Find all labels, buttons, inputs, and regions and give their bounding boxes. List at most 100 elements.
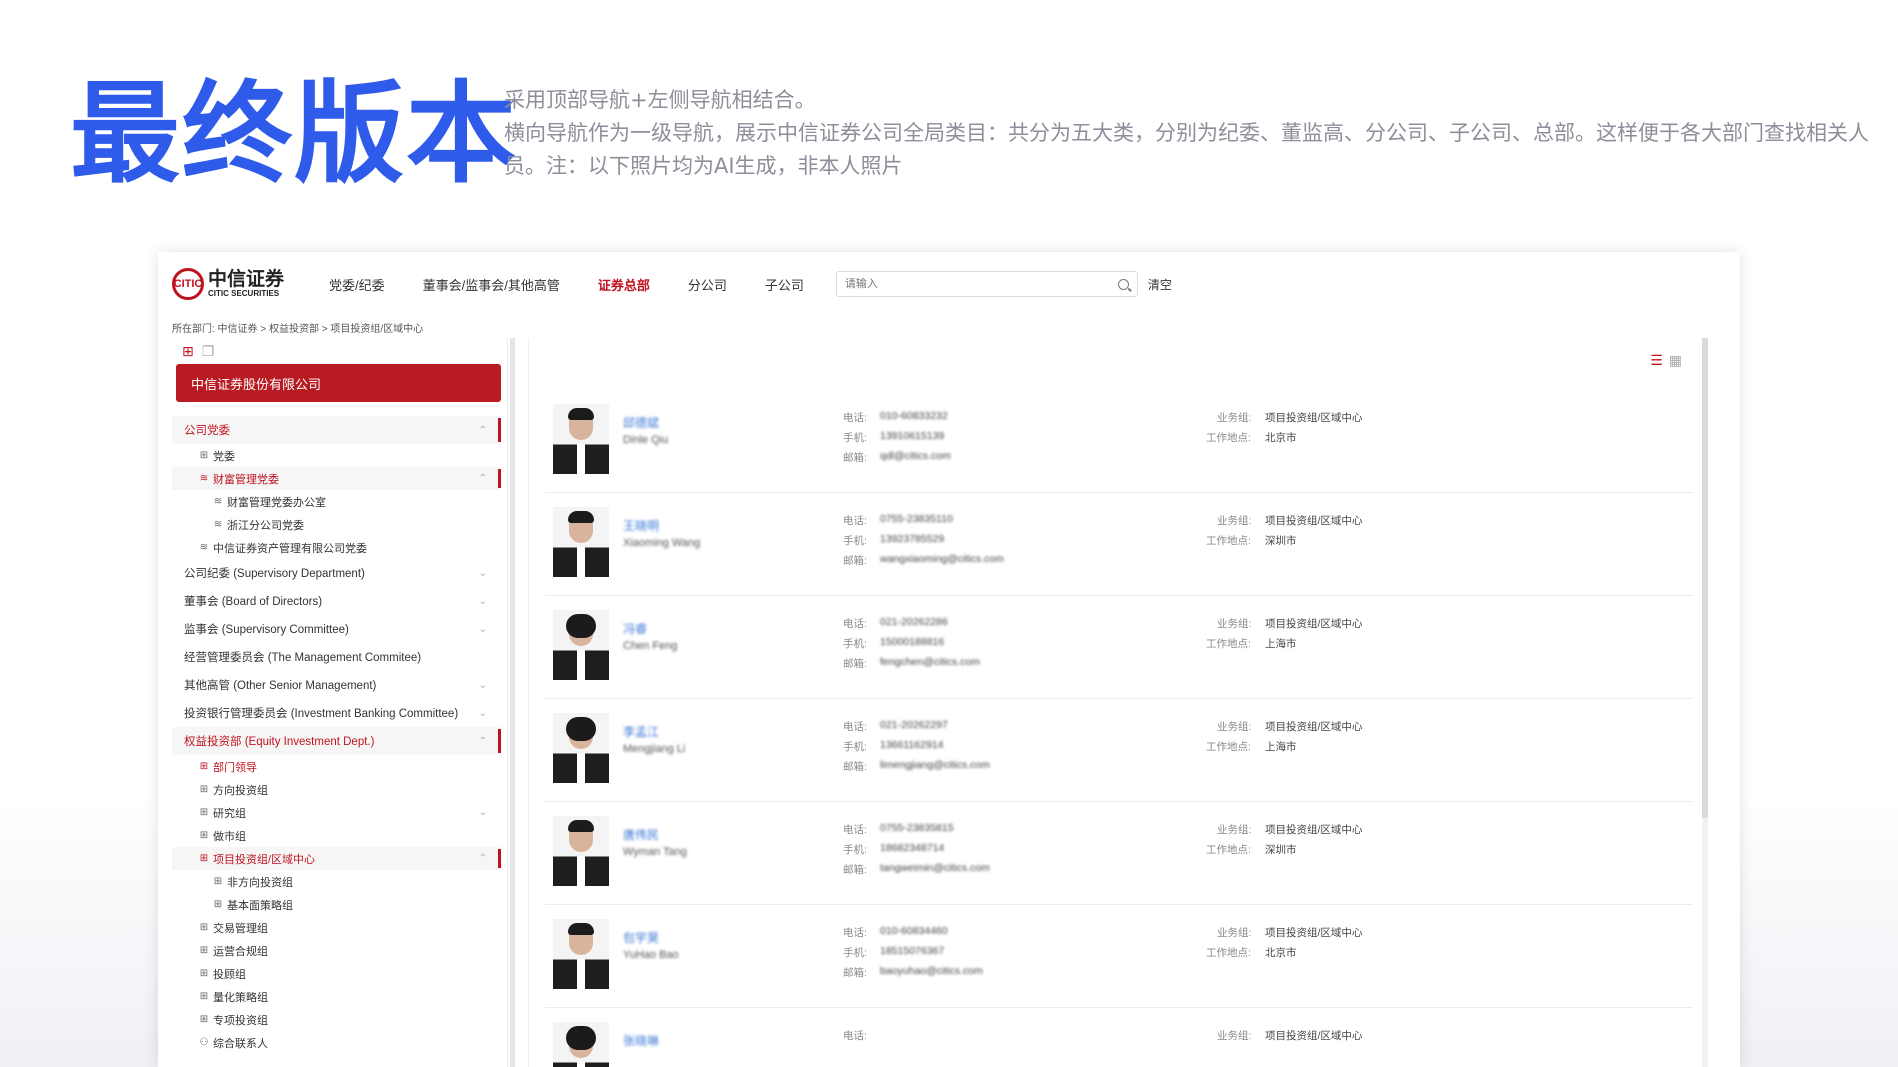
company-root-node[interactable]: 中信证券股份有限公司	[176, 364, 501, 402]
citic-logo[interactable]: CITIC 中信证券 CITIC SECURITIES	[172, 268, 284, 300]
group-icon: ⊞	[199, 761, 209, 772]
nav-tab-board[interactable]: 董事会/监事会/其他高管	[423, 275, 560, 294]
chevron-up-icon[interactable]: ⌃	[479, 473, 487, 484]
tree-item-label: 财富管理党委	[213, 473, 279, 486]
tree-item[interactable]: 董事会 (Board of Directors) ⌄	[172, 587, 501, 615]
sidebar-scrollbar[interactable]	[510, 338, 515, 1067]
person-photo[interactable]	[553, 1022, 609, 1067]
person-card[interactable]: 王晓明 Xiaoming Wang 电话: 0755-23835110 手机: 13923…	[545, 493, 1693, 596]
page-headline: 最终版本	[70, 70, 518, 198]
search-box[interactable]	[835, 271, 1138, 297]
location-label: 工作地点:	[1206, 432, 1251, 444]
person-icon: ⚇	[199, 1037, 209, 1048]
email-label: 邮箱:	[843, 555, 867, 567]
chevron-down-icon[interactable]: ⌄	[479, 596, 487, 607]
list-scrollbar-thumb[interactable]	[1702, 338, 1708, 818]
email-value: qdl@citics.com	[880, 450, 951, 462]
group-value: 项目投资组/区域中心	[1265, 412, 1363, 424]
tree-item[interactable]: ⊞ 做市组	[172, 824, 501, 847]
org-chart-icon[interactable]: ⊞	[182, 343, 194, 360]
layers-icon: ≋	[199, 473, 209, 484]
chevron-up-icon[interactable]: ⌃	[479, 425, 487, 436]
email-label: 邮箱:	[843, 967, 867, 979]
tree-item[interactable]: ⊞ 基本面策略组	[172, 893, 501, 916]
search-input[interactable]	[844, 278, 1095, 290]
person-photo[interactable]	[553, 919, 609, 989]
person-name[interactable]: 包宇昊	[623, 929, 659, 946]
chevron-down-icon[interactable]: ⌄	[479, 624, 487, 635]
tree-item[interactable]: ≋ 财富管理党委 ⌃	[172, 467, 501, 490]
chevron-down-icon[interactable]: ⌄	[479, 680, 487, 691]
clear-button[interactable]: 清空	[1148, 276, 1172, 293]
tree-item[interactable]: 其他高管 (Other Senior Management) ⌄	[172, 671, 501, 699]
search-icon[interactable]	[1117, 278, 1129, 290]
nav-tab-branches[interactable]: 分公司	[688, 275, 727, 294]
email-label: 邮箱:	[843, 761, 867, 773]
tree-item[interactable]: ≋ 中信证券资产管理有限公司党委	[172, 536, 501, 559]
tree-item[interactable]: ⊞ 量化策略组	[172, 985, 501, 1008]
mobile-value: 18515076367	[880, 945, 945, 957]
email-label: 邮箱:	[843, 864, 867, 876]
tree-item[interactable]: ⊞ 投顾组	[172, 962, 501, 985]
people-list-panel: ☰ ▦ 邱德斌 Dinle Qiu 电话: 010-60833232 手机: 139106…	[528, 338, 1720, 1067]
org-tree-sidebar: ⊞ ❐ 中信证券股份有限公司 公司党委 ⌃ ⊞ 党委 ≋ 财富管理党委 ⌃ ≋ 财富管理党委办公…	[172, 338, 515, 1067]
chevron-up-icon[interactable]: ⌃	[479, 853, 487, 864]
tree-item[interactable]: ⊞ 部门领导	[172, 755, 501, 778]
person-card[interactable]: 包宇昊 YuHao Bao 电话: 010-60834460 手机: 1851507636…	[545, 905, 1693, 1008]
tree-item[interactable]: 经营管理委员会 (The Management Commitee)	[172, 643, 501, 671]
tree-item[interactable]: ⊞ 方向投资组	[172, 778, 501, 801]
tree-item[interactable]: 投资银行管理委员会 (Investment Banking Committee)…	[172, 699, 501, 727]
tree-item[interactable]: ⊞ 非方向投资组	[172, 870, 501, 893]
group-icon: ⊞	[199, 853, 209, 864]
person-name[interactable]: 李孟江	[623, 723, 659, 740]
tree-item[interactable]: ⊞ 专项投资组	[172, 1008, 501, 1031]
tree-item[interactable]: 监事会 (Supervisory Committee) ⌄	[172, 615, 501, 643]
person-card[interactable]: 李孟江 Mengjiang Li 电话: 021-20262297 手机: 1366116…	[545, 699, 1693, 802]
mobile-label: 手机:	[843, 844, 867, 856]
description-line: 横向导航作为一级导航，展示中信证券公司全局类目：共分为五大类，分别为纪委、董监高…	[504, 121, 1869, 178]
tree-item[interactable]: ⊞ 运营合规组	[172, 939, 501, 962]
tree-item[interactable]: ≋ 浙江分公司党委	[172, 513, 501, 536]
person-name[interactable]: 张晓琳	[623, 1032, 659, 1049]
person-photo[interactable]	[553, 610, 609, 680]
tree-item[interactable]: ⊞ 党委	[172, 444, 501, 467]
list-view-icon[interactable]: ☰	[1650, 352, 1663, 369]
tree-item[interactable]: 公司党委 ⌃	[172, 416, 501, 444]
chevron-down-icon[interactable]: ⌄	[479, 708, 487, 719]
tree-item[interactable]: ⚇ 综合联系人	[172, 1031, 501, 1054]
grid-view-icon[interactable]: ▦	[1669, 352, 1682, 369]
logo-chinese-name: 中信证券	[208, 268, 285, 290]
location-label: 工作地点:	[1206, 844, 1251, 856]
person-photo[interactable]	[553, 507, 609, 577]
tree-item-label: 经营管理委员会 (The Management Commitee)	[184, 652, 422, 664]
tree-item[interactable]: ⊞ 研究组 ⌄	[172, 801, 501, 824]
email-value: wangxiaoming@citics.com	[880, 553, 1004, 565]
person-card[interactable]: 唐伟民 Wyman Tang 电话: 0755-23835815 手机: 18682348…	[545, 802, 1693, 905]
person-photo[interactable]	[553, 816, 609, 886]
chevron-down-icon[interactable]: ⌄	[479, 568, 487, 579]
nav-tab-subsidiaries[interactable]: 子公司	[765, 275, 804, 294]
phone-value: 010-60834460	[880, 925, 948, 937]
person-photo[interactable]	[553, 713, 609, 783]
nav-tab-headquarters[interactable]: 证券总部	[598, 275, 650, 294]
mobile-value: 15000188816	[880, 636, 945, 648]
chevron-down-icon[interactable]: ⌄	[479, 807, 487, 818]
person-card[interactable]: 冯睿 Chen Feng 电话: 021-20262286 手机: 15000188816…	[545, 596, 1693, 699]
tree-item[interactable]: ≋ 财富管理党委办公室	[172, 490, 501, 513]
person-card[interactable]: 张晓琳 电话: 业务组: 项目投资组/区域中心	[545, 1008, 1693, 1067]
nav-tab-party[interactable]: 党委/纪委	[329, 275, 385, 294]
copy-icon[interactable]: ❐	[202, 343, 215, 360]
chevron-up-icon[interactable]: ⌃	[479, 736, 487, 747]
person-name[interactable]: 冯睿	[623, 620, 647, 637]
person-name[interactable]: 邱德斌	[623, 414, 659, 431]
person-name[interactable]: 王晓明	[623, 517, 659, 534]
tree-item[interactable]: 权益投资部 (Equity Investment Dept.) ⌃	[172, 727, 501, 755]
tree-item[interactable]: ⊞ 交易管理组	[172, 916, 501, 939]
person-card[interactable]: 邱德斌 Dinle Qiu 电话: 010-60833232 手机: 1391061513…	[545, 390, 1693, 493]
person-name[interactable]: 唐伟民	[623, 826, 659, 843]
tree-item[interactable]: ⊞ 项目投资组/区域中心 ⌃	[172, 847, 501, 870]
tree-item[interactable]: 公司纪委 (Supervisory Department) ⌄	[172, 559, 501, 587]
tree-item-label: 党委	[213, 450, 235, 463]
person-photo[interactable]	[553, 404, 609, 474]
tree-item-label: 专项投资组	[213, 1014, 268, 1027]
